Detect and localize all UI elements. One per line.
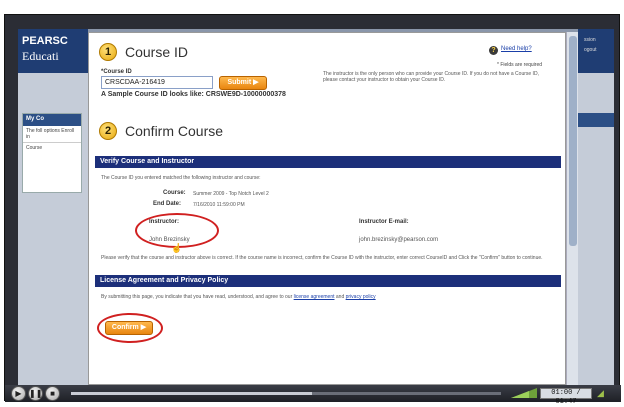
- mouse-cursor-icon: ☝: [171, 243, 183, 253]
- arrow-right-icon: ▶: [253, 79, 259, 86]
- course-id-label: *Course ID: [101, 69, 132, 75]
- end-date-value: 7/16/2010 11:59:00 PM: [193, 202, 245, 208]
- logout-link: ogout: [584, 47, 597, 53]
- end-date-label: End Date:: [153, 201, 182, 207]
- enroll-modal: 1 Course ID ? Need help? * Fields are re…: [88, 32, 566, 385]
- verify-section-bar: Verify Course and Instructor: [95, 156, 561, 168]
- course-value: Summer 2009 - Top Notch Level 2: [193, 191, 269, 197]
- background-page-right: ssion ogout: [578, 29, 614, 385]
- step-1-title: Course ID: [125, 44, 189, 60]
- background-bar-right: [578, 113, 614, 127]
- license-text-prefix: By submitting this page, you indicate th…: [101, 294, 293, 300]
- brand-logo-line2: Educati: [22, 49, 59, 63]
- time-display: 01:00 / 01:47: [540, 388, 592, 406]
- course-label: Course:: [163, 190, 186, 196]
- course-id-input[interactable]: CRSCDAA-216419: [101, 76, 213, 89]
- privacy-policy-link[interactable]: privacy policy: [346, 294, 376, 300]
- background-header-right: ssion ogout: [578, 29, 614, 73]
- grip-icon[interactable]: ◢: [597, 388, 615, 399]
- license-section-bar: License Agreement and Privacy Policy: [95, 275, 561, 287]
- submit-button[interactable]: Submit ▶: [219, 76, 267, 90]
- instructor-email-label: Instructor E-mail:: [359, 219, 409, 225]
- license-text: By submitting this page, you indicate th…: [101, 294, 561, 300]
- confirm-highlight: [97, 313, 163, 343]
- instructor-email-value: john.brezinsky@pearson.com: [359, 237, 439, 243]
- player-controls: ▶ ❚❚ ■ 01:00 / 01:47 ◢: [5, 385, 621, 406]
- stop-icon[interactable]: ■: [45, 386, 60, 401]
- background-panel-text: The foll options Enroll in: [26, 128, 75, 140]
- play-icon[interactable]: ▶: [11, 386, 26, 401]
- verify-intro: The Course ID you entered matched the fo…: [101, 175, 261, 181]
- step-2-title: Confirm Course: [125, 123, 224, 139]
- video-player-frame: PEARSC Educati My Co The foll options En…: [4, 14, 621, 406]
- background-panel: My Co The foll options Enroll in Course: [22, 113, 82, 193]
- required-note: * Fields are required: [497, 62, 543, 68]
- submit-label: Submit: [227, 79, 252, 86]
- sample-course-id: A Sample Course ID looks like: CRSWE9D-1…: [101, 91, 286, 98]
- background-panel-row: Course: [23, 142, 81, 153]
- scrollbar-thumb[interactable]: [569, 36, 577, 246]
- step-1-badge: 1: [99, 43, 117, 61]
- seek-progress: [71, 392, 312, 395]
- seek-bar[interactable]: [71, 392, 501, 395]
- brand-logo-line1: PEARSC: [22, 35, 68, 47]
- background-panel-title: My Co: [23, 114, 81, 126]
- step-2-badge: 2: [99, 122, 117, 140]
- background-page-left: PEARSC Educati My Co The foll options En…: [18, 29, 88, 385]
- help-icon[interactable]: ?: [489, 46, 498, 55]
- verify-note: Please verify that the course and instru…: [101, 255, 543, 261]
- modal-scrollbar[interactable]: [566, 32, 578, 385]
- license-and: and: [335, 294, 345, 300]
- license-agreement-link[interactable]: license agreement: [294, 294, 335, 300]
- background-header: PEARSC Educati: [18, 29, 88, 73]
- session-link: ssion: [584, 37, 596, 43]
- need-help-link[interactable]: Need help?: [501, 46, 532, 52]
- course-id-info: The instructor is the only person who ca…: [323, 71, 539, 83]
- volume-icon[interactable]: [511, 388, 537, 399]
- pause-icon[interactable]: ❚❚: [28, 386, 43, 401]
- video-viewport: PEARSC Educati My Co The foll options En…: [18, 29, 614, 385]
